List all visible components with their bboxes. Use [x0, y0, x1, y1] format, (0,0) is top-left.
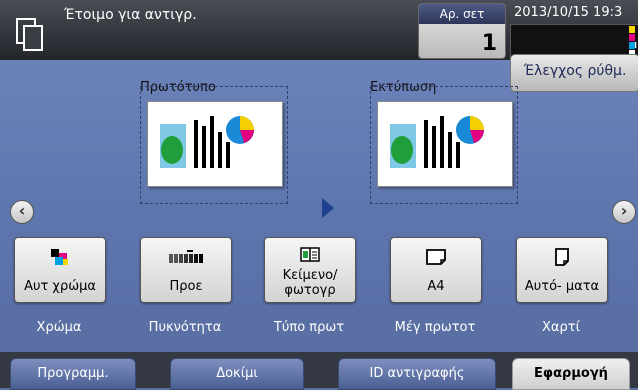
- original-size-caption: Μέγ πρωτοτ: [394, 320, 476, 335]
- status-message: Έτοιμο για αντιγρ.: [64, 7, 197, 23]
- sets-counter: Αρ. σετ 1: [418, 3, 506, 59]
- density-button[interactable]: Προε: [140, 237, 232, 303]
- scroll-left-button[interactable]: ‹: [10, 200, 34, 224]
- density-value: Προε: [169, 279, 203, 294]
- copy-icon: [16, 18, 43, 51]
- original-type-caption: Τύπο πρωτ: [273, 320, 345, 335]
- toner-swatch: [629, 26, 635, 33]
- color-button[interactable]: Αυτ χρώμα: [14, 237, 106, 303]
- toner-swatch: [629, 34, 635, 41]
- toner-swatch: [629, 42, 635, 49]
- tab-application[interactable]: Εφαρμογή: [512, 358, 630, 390]
- original-type-icon: [300, 247, 320, 262]
- paper-value: Αυτό- ματα: [524, 279, 600, 294]
- sets-label: Αρ. σετ: [419, 4, 505, 24]
- tab-program[interactable]: Προγραμμ.: [10, 358, 136, 390]
- original-page-thumbnail: [147, 101, 283, 187]
- bottom-tab-bar: Προγραμμ. Δοκίμι ID αντιγραφής Εφαρμογή: [0, 352, 638, 390]
- sets-value: 1: [481, 31, 497, 56]
- original-size-value: A4: [427, 279, 445, 294]
- output-page-thumbnail: [377, 101, 513, 187]
- original-size-button[interactable]: A4: [390, 237, 482, 303]
- sample-image-icon: [390, 116, 484, 168]
- sample-image-icon: [160, 116, 254, 168]
- paper-button[interactable]: Αυτό- ματα: [516, 237, 608, 303]
- original-size-icon: [426, 249, 446, 265]
- density-caption: Πυκνότητα: [148, 320, 222, 335]
- paper-caption: Χαρτί: [542, 320, 580, 335]
- check-settings-button[interactable]: Έλεγχος ρύθμ.: [510, 54, 638, 92]
- datetime: 2013/10/15 19:3: [514, 5, 623, 20]
- status-bar: Έτοιμο για αντιγρ. Αρ. σετ 1 2013/10/15 …: [0, 0, 638, 66]
- color-caption: Χρώμα: [36, 320, 82, 335]
- paper-icon: [555, 248, 569, 266]
- density-icon: [169, 250, 203, 263]
- output-preview: [370, 86, 518, 204]
- toner-m: M: [627, 34, 638, 50]
- arrow-right-icon: [322, 198, 334, 218]
- original-preview: [140, 86, 288, 204]
- toner-y: Y: [627, 26, 638, 42]
- color-icon: [51, 249, 68, 265]
- original-type-button[interactable]: Κείμενο/ φωτογρ: [264, 237, 356, 303]
- tab-proof-copy[interactable]: Δοκίμι: [170, 358, 304, 390]
- scroll-right-button[interactable]: ›: [612, 200, 636, 224]
- original-type-value: Κείμενο/ φωτογρ: [282, 268, 338, 298]
- tab-id-copy[interactable]: ID αντιγραφής: [338, 358, 496, 390]
- toner-c: C: [627, 42, 638, 58]
- color-value: Αυτ χρώμα: [24, 279, 96, 294]
